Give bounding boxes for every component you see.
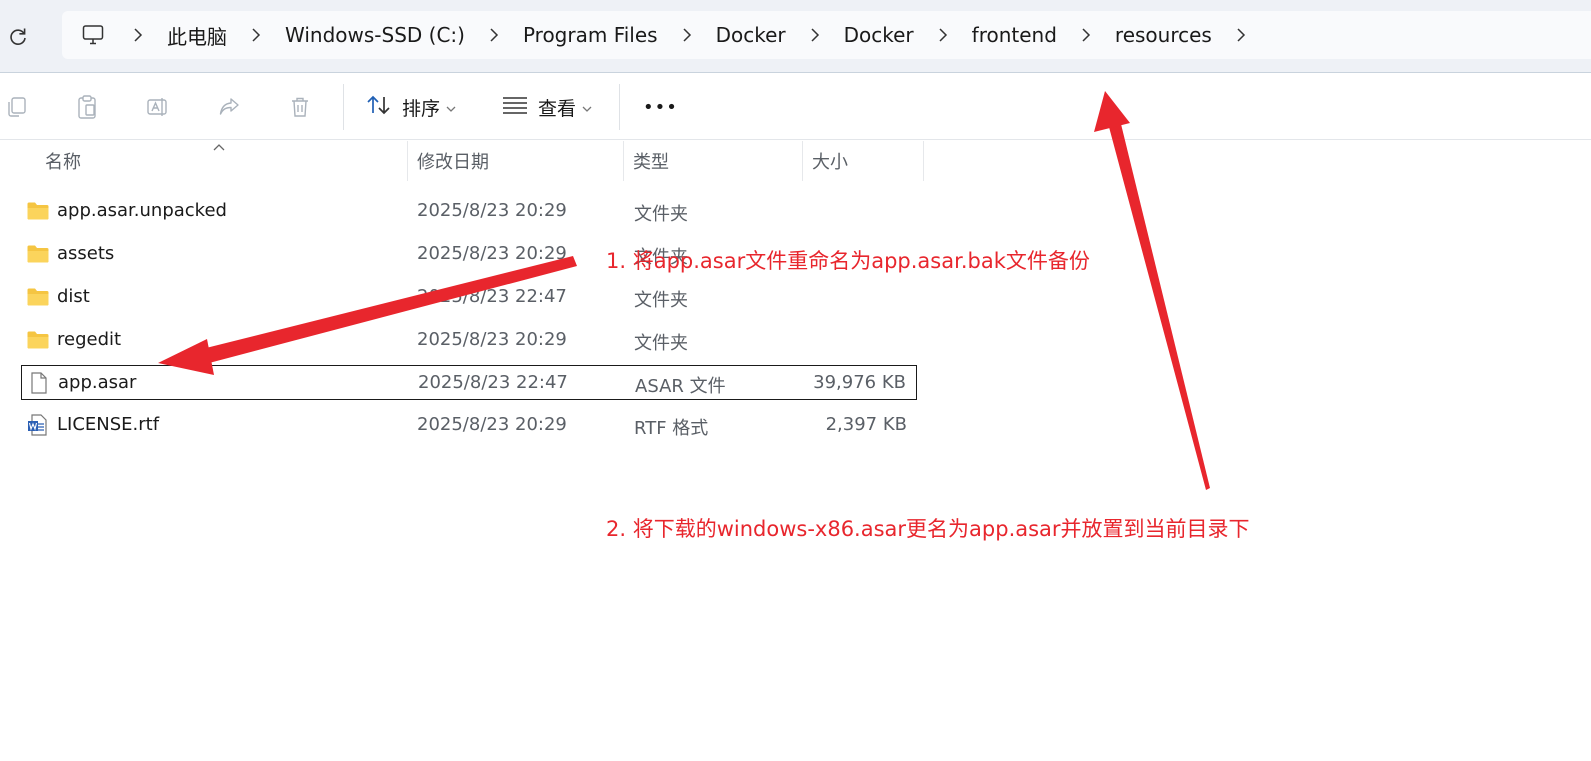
delete-icon[interactable] xyxy=(285,92,315,122)
chevron-right-icon[interactable] xyxy=(674,13,700,57)
column-header-name[interactable]: 名称 xyxy=(45,141,81,181)
file-name: regedit xyxy=(57,329,122,350)
breadcrumb-item-frontend[interactable]: frontend xyxy=(966,23,1063,47)
this-pc-icon[interactable] xyxy=(71,13,115,57)
file-modified: 2025/8/23 20:29 xyxy=(417,329,567,350)
table-row[interactable]: app.asar.unpacked 2025/8/23 20:29 文件夹 xyxy=(21,194,917,229)
column-divider[interactable] xyxy=(623,141,624,181)
chevron-right-icon[interactable] xyxy=(125,13,151,57)
file-modified: 2025/8/23 20:29 xyxy=(417,414,567,435)
view-list-icon xyxy=(502,95,528,120)
table-row[interactable]: dist 2025/8/23 22:47 文件夹 xyxy=(21,280,917,315)
file-size: 2,397 KB xyxy=(825,414,907,435)
address-bar-area: 此电脑 Windows-SSD (C:) Program Files Docke… xyxy=(0,0,1591,73)
breadcrumb-item-docker-sub[interactable]: Docker xyxy=(838,23,920,47)
folder-icon xyxy=(26,285,50,309)
file-name: LICENSE.rtf xyxy=(57,414,160,435)
sort-label: 排序 xyxy=(402,97,441,120)
breadcrumb-item-this-pc[interactable]: 此电脑 xyxy=(161,21,233,50)
file-type: RTF 格式 xyxy=(634,418,709,439)
file-icon xyxy=(27,371,51,395)
column-divider[interactable] xyxy=(923,141,924,181)
share-icon[interactable] xyxy=(214,92,244,122)
column-divider[interactable] xyxy=(407,141,408,181)
breadcrumb-item-docker[interactable]: Docker xyxy=(710,23,792,47)
file-name: app.asar xyxy=(58,372,137,393)
view-label: 查看 xyxy=(538,97,577,120)
command-bar: 排序 查看 ••• xyxy=(0,73,1591,140)
file-modified: 2025/8/23 22:47 xyxy=(417,286,567,307)
file-size: 39,976 KB xyxy=(813,372,906,393)
more-icon: ••• xyxy=(643,96,678,118)
file-modified: 2025/8/23 20:29 xyxy=(417,243,567,264)
file-name: assets xyxy=(57,243,115,264)
column-header-row: 名称 修改日期 类型 大小 xyxy=(0,141,925,181)
file-type: 文件夹 xyxy=(634,290,688,311)
file-modified: 2025/8/23 22:47 xyxy=(418,372,568,393)
sort-icon xyxy=(366,94,392,121)
folder-icon xyxy=(26,328,50,352)
chevron-down-icon xyxy=(446,96,456,118)
file-type: 文件夹 xyxy=(634,333,688,354)
more-options-button[interactable]: ••• xyxy=(643,89,678,125)
chevron-right-icon[interactable] xyxy=(930,13,956,57)
toolbar-divider xyxy=(343,84,344,130)
breadcrumb[interactable]: 此电脑 Windows-SSD (C:) Program Files Docke… xyxy=(62,11,1591,59)
chevron-right-icon[interactable] xyxy=(243,13,269,57)
annotation-arrow-2 xyxy=(1109,124,1210,490)
breadcrumb-item-drive[interactable]: Windows-SSD (C:) xyxy=(279,23,471,47)
refresh-icon[interactable] xyxy=(4,22,32,50)
view-button[interactable]: 查看 xyxy=(502,89,592,125)
copy-icon[interactable] xyxy=(2,92,32,122)
file-modified: 2025/8/23 20:29 xyxy=(417,200,567,221)
file-type: ASAR 文件 xyxy=(635,376,726,397)
sort-button[interactable]: 排序 xyxy=(366,89,456,125)
column-header-type[interactable]: 类型 xyxy=(633,141,669,181)
word-document-icon xyxy=(26,413,50,437)
chevron-right-icon[interactable] xyxy=(802,13,828,57)
rename-icon[interactable] xyxy=(143,92,173,122)
annotation-step-1: 1. 将app.asar文件重命名为app.asar.bak文件备份 xyxy=(606,249,1090,273)
chevron-right-icon[interactable] xyxy=(1073,13,1099,57)
file-name: dist xyxy=(57,286,90,307)
table-row-selected[interactable]: app.asar 2025/8/23 22:47 ASAR 文件 39,976 … xyxy=(21,365,917,400)
breadcrumb-item-program-files[interactable]: Program Files xyxy=(517,23,664,47)
column-divider[interactable] xyxy=(802,141,803,181)
column-header-modified[interactable]: 修改日期 xyxy=(417,141,489,181)
table-row[interactable]: LICENSE.rtf 2025/8/23 20:29 RTF 格式 2,397… xyxy=(21,408,917,443)
chevron-right-icon[interactable] xyxy=(481,13,507,57)
toolbar-divider xyxy=(619,84,620,130)
chevron-right-icon[interactable] xyxy=(1228,13,1254,57)
folder-icon xyxy=(26,199,50,223)
annotation-step-2: 2. 将下载的windows-x86.asar更名为app.asar并放置到当前… xyxy=(606,517,1250,541)
sort-ascending-icon xyxy=(212,138,226,157)
table-row[interactable]: regedit 2025/8/23 20:29 文件夹 xyxy=(21,323,917,358)
folder-icon xyxy=(26,242,50,266)
file-name: app.asar.unpacked xyxy=(57,200,227,221)
chevron-down-icon xyxy=(582,96,592,118)
column-header-size[interactable]: 大小 xyxy=(812,141,848,181)
paste-icon[interactable] xyxy=(72,92,102,122)
file-type: 文件夹 xyxy=(634,204,688,225)
breadcrumb-item-resources[interactable]: resources xyxy=(1109,23,1218,47)
